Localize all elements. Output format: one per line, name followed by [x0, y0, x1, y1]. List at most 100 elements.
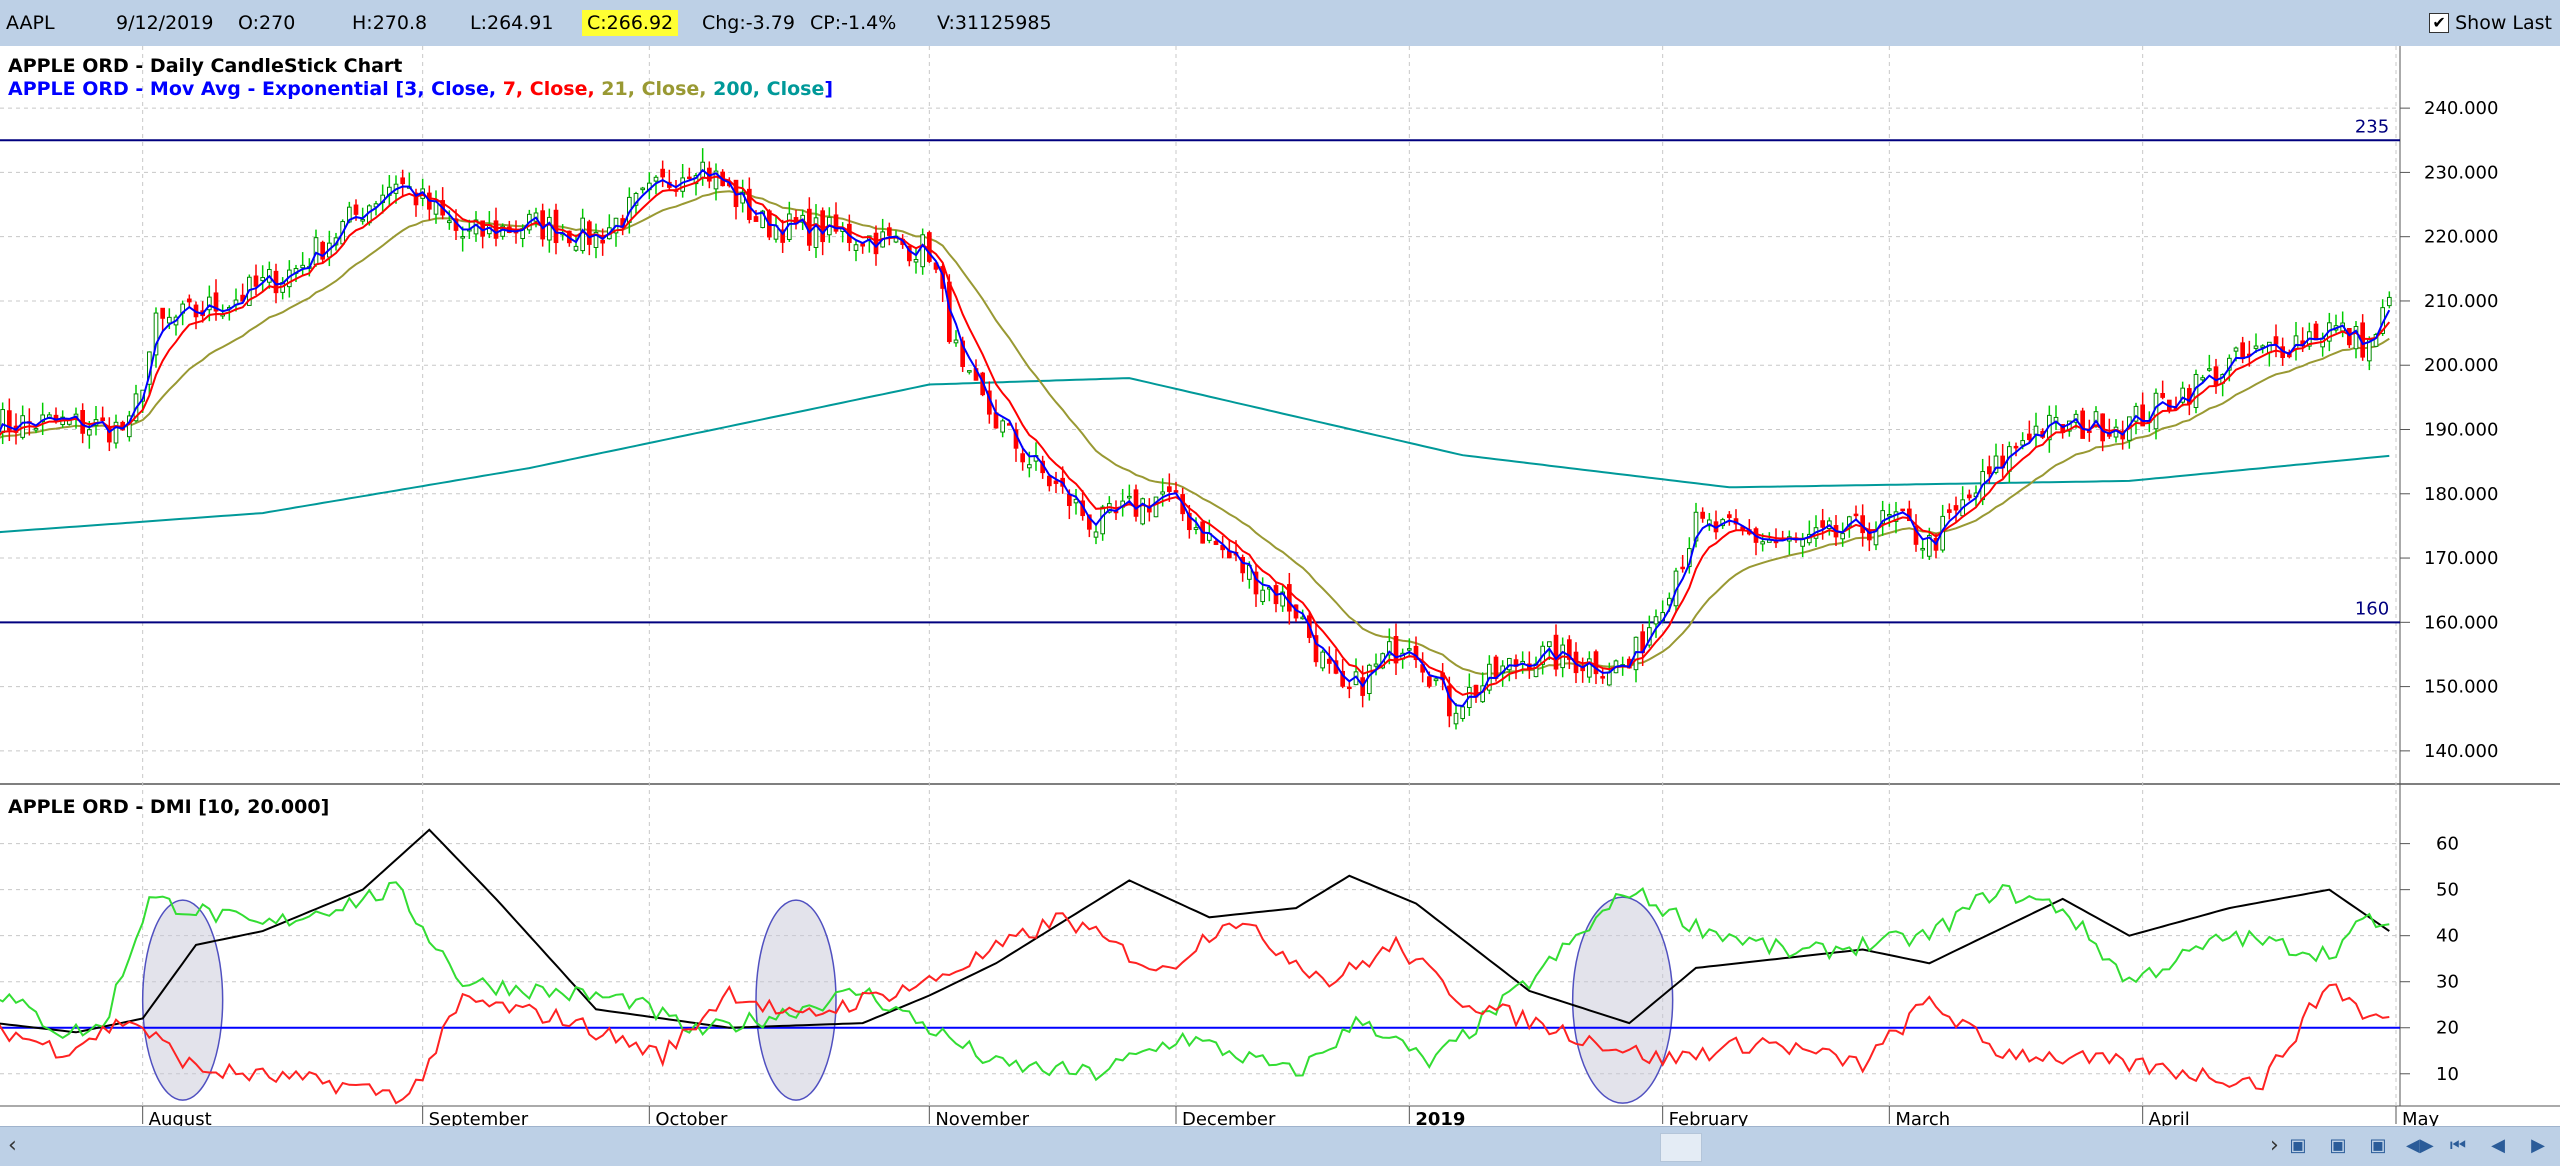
candle[interactable] [753, 216, 759, 222]
candle[interactable] [1493, 656, 1499, 679]
candle[interactable] [1173, 490, 1179, 493]
candle[interactable] [260, 277, 266, 282]
candle[interactable] [2207, 368, 2212, 371]
candle[interactable] [1093, 531, 1099, 538]
candle[interactable] [2273, 336, 2279, 345]
candle[interactable] [1600, 676, 1606, 679]
candle[interactable] [447, 220, 452, 224]
candle[interactable] [1987, 466, 1992, 475]
candle[interactable] [1373, 663, 1379, 667]
candle[interactable] [1067, 493, 1072, 507]
candle[interactable] [2213, 366, 2219, 386]
candle[interactable] [873, 232, 879, 255]
nav-next-icon[interactable]: ▶ [2526, 1134, 2550, 1158]
candle[interactable] [1127, 495, 1132, 499]
candle[interactable] [360, 219, 366, 222]
candle[interactable] [2347, 327, 2352, 346]
show-last-checkbox[interactable]: ✔ [2429, 13, 2450, 33]
candle[interactable] [2033, 425, 2039, 435]
candle[interactable] [887, 227, 892, 236]
candle[interactable] [87, 429, 92, 436]
candle[interactable] [1840, 533, 1846, 540]
candle[interactable] [313, 237, 319, 266]
candle[interactable] [1407, 648, 1412, 651]
candle[interactable] [1347, 686, 1352, 690]
candle[interactable] [820, 210, 825, 243]
candle[interactable] [1327, 658, 1332, 664]
highlight-ellipse[interactable] [755, 899, 837, 1101]
settings-icon[interactable]: ▣ [2366, 1134, 2390, 1158]
candle[interactable] [1393, 636, 1399, 664]
candle[interactable] [2080, 410, 2085, 439]
candle[interactable] [587, 221, 592, 245]
candle[interactable] [687, 176, 692, 180]
price-chart[interactable]: August September October November December 20… [0, 46, 2560, 1126]
candle[interactable] [927, 232, 932, 262]
candle[interactable] [2020, 440, 2026, 446]
candle[interactable] [1133, 489, 1139, 517]
candle[interactable] [1820, 520, 1826, 528]
candle[interactable] [160, 307, 165, 319]
candle[interactable] [167, 316, 172, 324]
candle[interactable] [1000, 420, 1005, 433]
candle[interactable] [1607, 671, 1612, 686]
highlight-ellipse[interactable] [141, 899, 224, 1101]
candle[interactable] [1160, 491, 1166, 495]
candle[interactable] [300, 264, 306, 269]
candle[interactable] [813, 217, 819, 248]
candle[interactable] [1547, 641, 1552, 647]
candle[interactable] [1727, 514, 1732, 518]
candle[interactable] [2267, 341, 2272, 354]
candle[interactable] [1053, 480, 1059, 484]
candle[interactable] [1953, 505, 1959, 511]
candle[interactable] [1680, 566, 1686, 570]
scroll-bar[interactable]: ‹ › ▣ ▣ ▣ ◀▶ ⏮ ◀ ▶ [0, 1126, 2560, 1166]
candle[interactable] [553, 209, 559, 244]
candle[interactable] [1700, 511, 1706, 519]
nav-first-icon[interactable]: ⏮ [2446, 1134, 2470, 1158]
candle[interactable] [1320, 651, 1326, 669]
candle[interactable] [400, 177, 406, 185]
candle[interactable] [1453, 712, 1459, 725]
candle[interactable] [1920, 547, 1926, 551]
scroll-thumb[interactable] [1660, 1133, 1702, 1162]
candle[interactable] [953, 339, 959, 344]
candle[interactable] [2200, 377, 2205, 381]
candle[interactable] [460, 236, 466, 239]
candle[interactable] [2387, 296, 2392, 307]
candle[interactable] [2240, 342, 2245, 360]
candle[interactable] [1213, 540, 1219, 545]
candle[interactable] [547, 216, 552, 241]
candle[interactable] [1800, 538, 1806, 547]
candle[interactable] [853, 244, 859, 251]
candle[interactable] [913, 258, 919, 263]
candle[interactable] [2013, 445, 2019, 449]
candle[interactable] [1653, 616, 1659, 625]
candle[interactable] [860, 243, 865, 247]
nav-prev-icon[interactable]: ◀ [2486, 1134, 2510, 1158]
show-last-toggle[interactable]: ✔ Show Last [2429, 9, 2552, 37]
candle[interactable] [1100, 506, 1106, 535]
candle[interactable] [353, 204, 359, 215]
candle[interactable] [1427, 676, 1432, 687]
candle[interactable] [1887, 513, 1892, 517]
zoom-icon[interactable]: ▣ [2326, 1134, 2350, 1158]
candle[interactable] [2160, 393, 2165, 398]
candle[interactable] [1167, 486, 1172, 492]
candle[interactable] [253, 275, 259, 287]
candle[interactable] [493, 220, 499, 239]
candle[interactable] [1153, 496, 1159, 518]
candle[interactable] [920, 234, 925, 268]
scroll-left-icon[interactable]: ‹ [8, 1133, 17, 1158]
nav-both-icon[interactable]: ◀▶ [2406, 1134, 2434, 1158]
candle[interactable] [33, 428, 39, 431]
candle[interactable] [100, 417, 106, 422]
candle[interactable] [1193, 527, 1199, 530]
candle[interactable] [640, 187, 645, 191]
candle[interactable] [1760, 541, 1766, 545]
candle[interactable] [1260, 589, 1266, 603]
candle[interactable] [807, 208, 812, 246]
candle[interactable] [1020, 453, 1025, 463]
candle[interactable] [1900, 508, 1906, 512]
print-icon[interactable]: ▣ [2286, 1134, 2310, 1158]
